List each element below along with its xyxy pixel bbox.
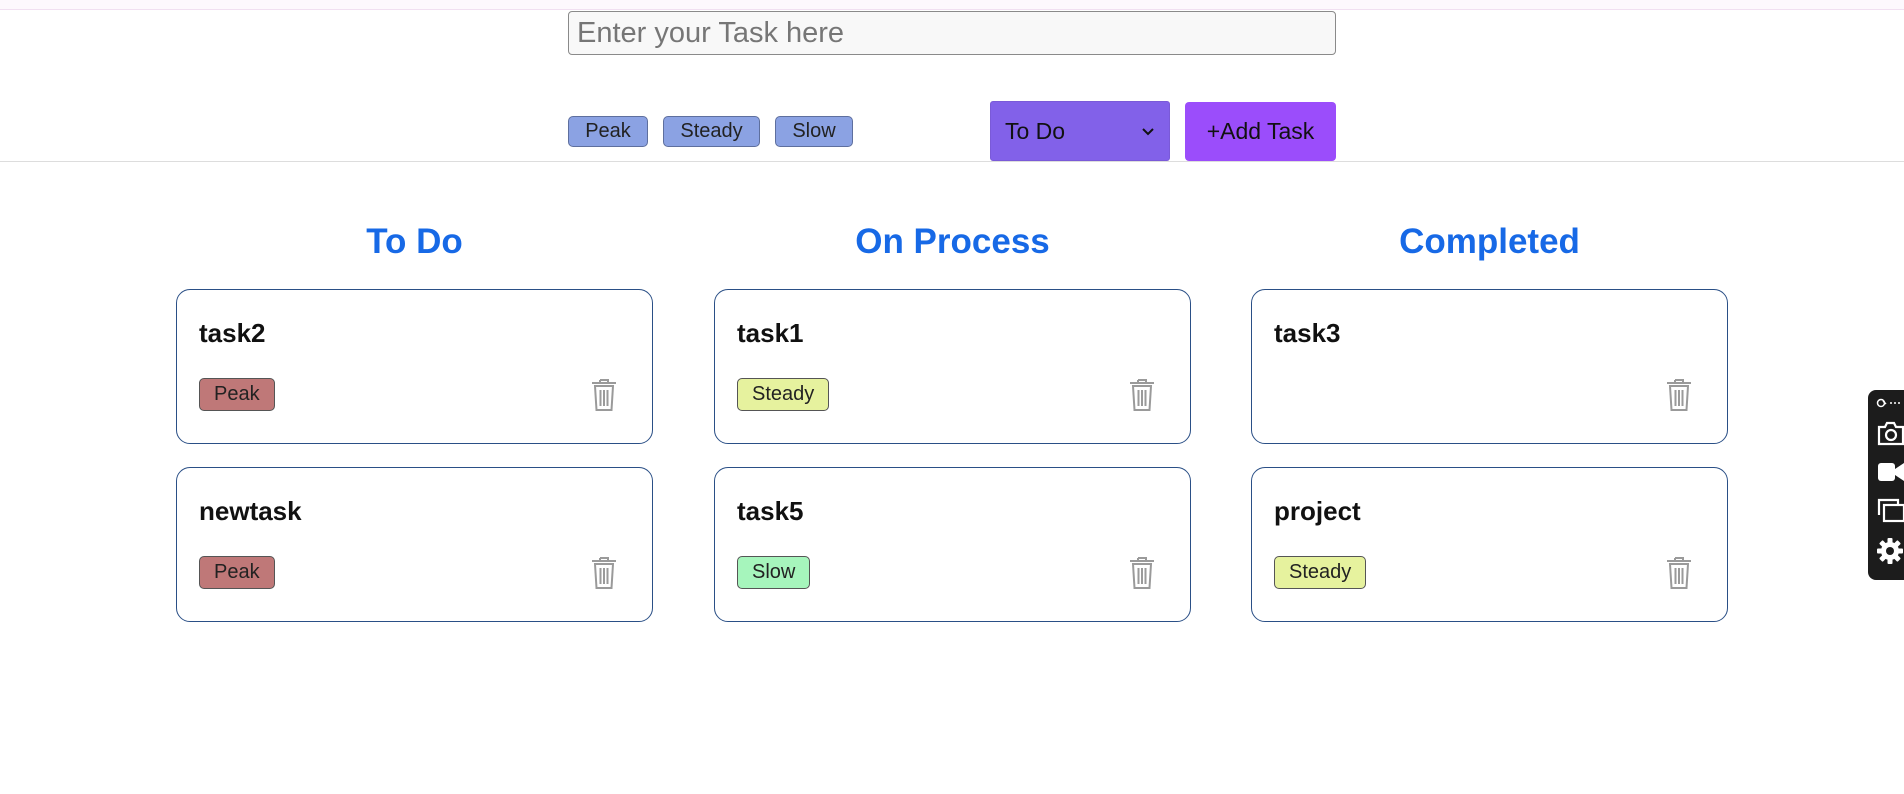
priority-steady-button[interactable]: Steady (663, 116, 760, 147)
add-task-button[interactable]: +Add Task (1185, 102, 1336, 161)
task-card: task5 Slow (714, 467, 1191, 622)
status-select-value: To Do (1005, 117, 1066, 144)
task-card: task3 (1251, 289, 1728, 444)
task-title: task1 (737, 318, 804, 348)
status-select[interactable]: To Do (990, 101, 1170, 161)
task-title: newtask (199, 496, 302, 526)
video-icon[interactable] (1876, 460, 1904, 489)
trash-icon[interactable] (1128, 556, 1156, 590)
gear-icon[interactable] (1876, 537, 1904, 570)
task-title: project (1274, 496, 1361, 526)
windows-icon[interactable] (1876, 497, 1904, 528)
trash-icon[interactable] (590, 378, 618, 412)
camera-icon[interactable] (1876, 420, 1904, 451)
column-title-completed: Completed (1399, 222, 1580, 261)
priority-tag: Slow (737, 556, 811, 589)
task-card: newtask Peak (176, 467, 653, 622)
task-title: task3 (1274, 318, 1341, 348)
column-title-on-process: On Process (855, 222, 1050, 261)
link-icon[interactable] (1876, 396, 1900, 414)
task-form: Peak Steady Slow To Do +Add Task (0, 0, 1904, 162)
priority-slow-button[interactable]: Slow (775, 116, 853, 147)
task-input[interactable] (568, 11, 1336, 55)
priority-tag: Steady (1274, 556, 1367, 589)
task-title: task5 (737, 496, 804, 526)
task-card: project Steady (1251, 467, 1728, 622)
chevron-down-icon (1141, 121, 1155, 142)
priority-tag: Peak (199, 556, 275, 589)
trash-icon[interactable] (1665, 378, 1693, 412)
task-card: task2 Peak (176, 289, 653, 444)
trash-icon[interactable] (590, 556, 618, 590)
task-title: task2 (199, 318, 266, 348)
priority-tag: Peak (199, 378, 275, 411)
trash-icon[interactable] (1665, 556, 1693, 590)
column-title-todo: To Do (366, 222, 463, 261)
trash-icon[interactable] (1128, 378, 1156, 412)
priority-tag: Steady (737, 378, 830, 411)
side-toolbar (1868, 390, 1904, 580)
task-card: task1 Steady (714, 289, 1191, 444)
priority-peak-button[interactable]: Peak (568, 116, 648, 147)
